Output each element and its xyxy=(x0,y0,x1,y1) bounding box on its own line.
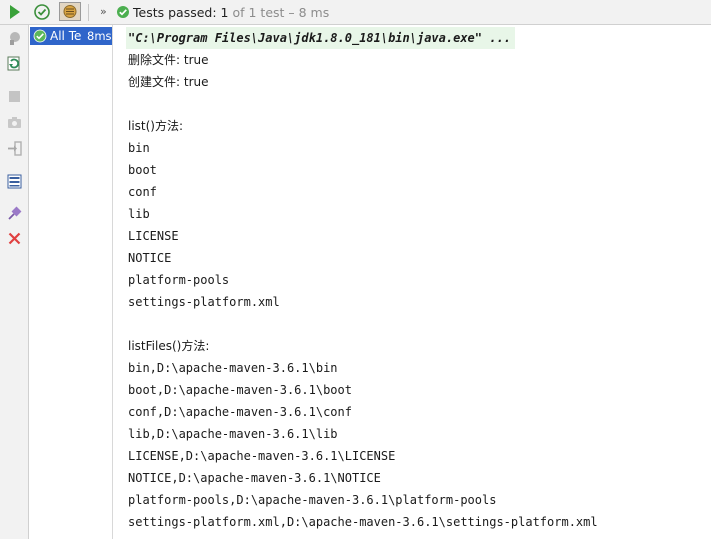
tree-item-duration: 8ms xyxy=(87,29,112,43)
test-passed-icon xyxy=(33,29,47,43)
check-circle-icon xyxy=(34,4,50,20)
rerun-button[interactable] xyxy=(5,3,23,21)
test-status: Tests passed: 1 of 1 test – 8 ms xyxy=(133,5,329,20)
console-line: 删除文件: true xyxy=(128,53,209,67)
console-line: lib,D:\apache-maven-3.6.1\lib xyxy=(128,427,338,441)
console-line: bin,D:\apache-maven-3.6.1\bin xyxy=(128,361,338,375)
console-line: conf,D:\apache-maven-3.6.1\conf xyxy=(128,405,352,419)
status-summary: of 1 test – 8 ms xyxy=(232,5,330,20)
pushpin-icon xyxy=(8,206,22,220)
console-line: platform-pools,D:\apache-maven-3.6.1\pla… xyxy=(128,493,497,507)
toolbar-divider xyxy=(88,4,89,21)
test-runner-toolbar: » Tests passed: 1 of 1 test – 8 ms xyxy=(0,0,711,25)
console-line: conf xyxy=(128,185,157,199)
import-icon xyxy=(8,141,22,156)
pin-tab-button[interactable] xyxy=(6,205,23,222)
console-line: 创建文件: true xyxy=(128,75,209,89)
console-command-line: "C:\Program Files\Java\jdk1.8.0_181\bin\… xyxy=(126,27,515,49)
console-line: boot xyxy=(128,163,157,177)
close-icon xyxy=(8,232,21,245)
auto-test-icon xyxy=(7,56,20,71)
console-line: list()方法: xyxy=(128,119,184,133)
screenshot-button[interactable] xyxy=(6,114,23,131)
pin-icon xyxy=(10,32,20,45)
console-line: settings-platform.xml xyxy=(128,295,280,309)
stop-icon xyxy=(9,91,20,102)
console-line: NOTICE xyxy=(128,251,172,265)
console-output[interactable]: "C:\Program Files\Java\jdk1.8.0_181\bin\… xyxy=(113,25,711,539)
console-line: listFiles()方法: xyxy=(128,339,210,353)
layout-icon xyxy=(7,174,22,189)
console-line: LICENSE,D:\apache-maven-3.6.1\LICENSE xyxy=(128,449,396,463)
console-line: platform-pools xyxy=(128,273,230,287)
console-line: lib xyxy=(128,207,150,221)
show-passed-toggle[interactable] xyxy=(33,3,51,21)
console-line: boot,D:\apache-maven-3.6.1\boot xyxy=(128,383,352,397)
import-tests-button[interactable] xyxy=(6,140,23,157)
tree-item-all-tests[interactable]: All Te 8ms xyxy=(30,27,112,45)
status-passed: Tests passed: 1 xyxy=(133,5,229,20)
status-check-icon xyxy=(117,6,129,18)
side-toolbar xyxy=(0,25,29,539)
rerun-failed-button[interactable] xyxy=(6,30,23,47)
test-tree: All Te 8ms xyxy=(29,25,113,539)
tree-item-label: All Te xyxy=(50,29,82,43)
ignored-icon xyxy=(63,5,77,18)
stop-button[interactable] xyxy=(6,88,23,105)
layout-button[interactable] xyxy=(6,173,23,190)
console-line: LICENSE xyxy=(128,229,179,243)
console-line: settings-platform.xml,D:\apache-maven-3.… xyxy=(128,515,598,529)
show-ignored-toggle[interactable] xyxy=(59,2,81,21)
more-actions-button[interactable]: » xyxy=(100,5,107,18)
toggle-auto-test-button[interactable] xyxy=(6,55,23,72)
console-line: bin xyxy=(128,141,150,155)
camera-icon xyxy=(8,117,21,128)
console-line: NOTICE,D:\apache-maven-3.6.1\NOTICE xyxy=(128,471,381,485)
close-button[interactable] xyxy=(6,230,23,247)
play-icon xyxy=(10,5,20,19)
